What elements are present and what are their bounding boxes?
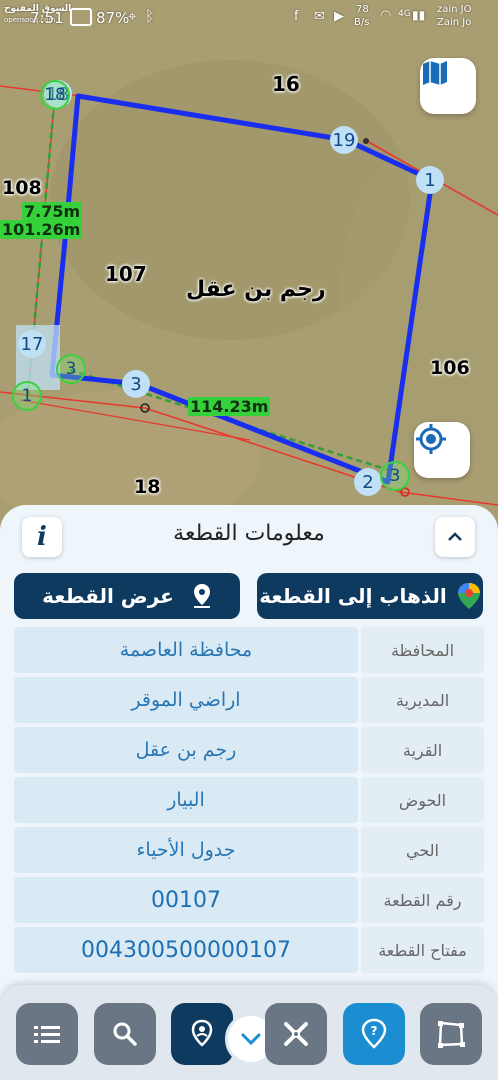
messenger-icon: ✉: [314, 9, 325, 24]
vertex-label[interactable]: 17: [18, 330, 46, 358]
parcel-number-west: 108: [2, 177, 42, 199]
parcel-key-value: 004300500000107: [14, 927, 358, 973]
map-icon: [423, 61, 447, 85]
list-button[interactable]: [16, 1003, 78, 1065]
governorate-value: محافظة العاصمة: [14, 627, 358, 673]
governorate-label: المحافظة: [361, 627, 484, 673]
my-parcel-button[interactable]: [171, 1003, 233, 1065]
google-maps-pin-icon: [457, 583, 480, 609]
facebook-icon: f: [294, 9, 299, 24]
measure-tool-icon: [284, 1022, 308, 1046]
screen-icon: [70, 8, 92, 26]
collapse-button[interactable]: [435, 517, 475, 557]
map-view[interactable]: السوق المفتوح opensooq.com 7:51 87% ⌖ ᛒ …: [0, 0, 498, 540]
info-row-directorate: اراضي الموقر المديرية: [14, 677, 484, 723]
show-parcel-label: عرض القطعة: [42, 584, 174, 608]
village-label-field: القرية: [361, 727, 484, 773]
parcel-key-label: مفتاح القطعة: [361, 927, 484, 973]
chevron-up-icon: [448, 532, 462, 541]
basin-value: البيار: [14, 777, 358, 823]
boundary-node: [363, 138, 369, 144]
wifi-icon: ◠: [380, 8, 392, 23]
youtube-icon: ▶: [334, 9, 344, 24]
parcel-number-south: 18: [134, 476, 161, 498]
bluetooth-icon: ᛒ: [145, 7, 155, 25]
directorate-value: اراضي الموقر: [14, 677, 358, 723]
location-icon: ⌖: [128, 7, 137, 25]
village-value: رجم بن عقل: [14, 727, 358, 773]
measurement-label: 114.23m: [188, 397, 271, 416]
parcel-number-east: 106: [430, 357, 470, 379]
green-marker[interactable]: 3: [56, 354, 86, 384]
svg-text:?: ?: [371, 1024, 378, 1038]
crosshair-icon: [416, 424, 446, 454]
vertex-label[interactable]: 3: [122, 370, 150, 398]
net-speed-value: 78: [356, 4, 369, 15]
vertex-label[interactable]: 2: [354, 468, 382, 496]
polygon-icon: [438, 1021, 465, 1048]
clock: 7:51: [30, 9, 64, 27]
info-row-governorate: محافظة العاصمة المحافظة: [14, 627, 484, 673]
help-icon: ?: [361, 1018, 387, 1049]
map-layers-button[interactable]: [420, 58, 476, 114]
network-badge: 4G: [398, 9, 411, 19]
go-to-parcel-button[interactable]: الذهاب إلى القطعة: [257, 573, 483, 619]
basin-label: الحوض: [361, 777, 484, 823]
green-marker[interactable]: 3: [380, 461, 410, 491]
list-icon: [34, 1026, 60, 1043]
parcel-number-label: رقم القطعة: [361, 877, 484, 923]
go-to-parcel-label: الذهاب إلى القطعة: [259, 584, 447, 608]
signal-icon: ▮▮: [412, 8, 426, 22]
panel-header: i معلومات القطعة: [0, 505, 498, 565]
measurement-label: 7.75m: [22, 202, 83, 221]
search-button[interactable]: [94, 1003, 156, 1065]
parcel-number-value: 00107: [14, 877, 358, 923]
search-icon: [113, 1022, 137, 1046]
draw-polygon-button[interactable]: [420, 1003, 482, 1065]
panel-title: معلومات القطعة: [173, 521, 325, 546]
vertex-label[interactable]: 1: [416, 166, 444, 194]
status-bar: السوق المفتوح opensooq.com 7:51 87% ⌖ ᛒ …: [0, 0, 498, 36]
show-parcel-button[interactable]: عرض القطعة: [14, 573, 240, 619]
neighborhood-value: جدول الأحياء: [14, 827, 358, 873]
green-marker[interactable]: 1: [12, 381, 42, 411]
parcel-number-center: 107: [105, 262, 147, 286]
info-row-parcel-key: 004300500000107 مفتاح القطعة: [14, 927, 484, 973]
village-label: رجم بن عقل: [186, 277, 326, 302]
measurement-label: 101.26m: [0, 220, 83, 239]
battery-text: 87%: [96, 9, 130, 27]
info-row-neighborhood: جدول الأحياء الحي: [14, 827, 484, 873]
directorate-label: المديرية: [361, 677, 484, 723]
help-button[interactable]: ?: [343, 1003, 405, 1065]
vertex-label[interactable]: 19: [330, 126, 358, 154]
parcel-number-north: 16: [272, 72, 300, 96]
location-pin-icon: [191, 1019, 213, 1047]
green-marker[interactable]: 18: [40, 80, 70, 110]
neighborhood-label: الحي: [361, 827, 484, 873]
locate-me-button[interactable]: [414, 422, 470, 478]
net-speed-unit: B/s: [354, 17, 370, 28]
bottom-toolbar: ?: [0, 985, 498, 1080]
carrier-2: Zain Jo: [437, 17, 472, 28]
chevron-down-icon: [241, 1033, 261, 1046]
info-row-village: رجم بن عقل القرية: [14, 727, 484, 773]
measure-button[interactable]: [265, 1003, 327, 1065]
info-row-basin: البيار الحوض: [14, 777, 484, 823]
carrier-1: zain JO: [437, 4, 472, 15]
info-row-parcel-number: 00107 رقم القطعة: [14, 877, 484, 923]
location-pin-icon: [193, 584, 210, 608]
